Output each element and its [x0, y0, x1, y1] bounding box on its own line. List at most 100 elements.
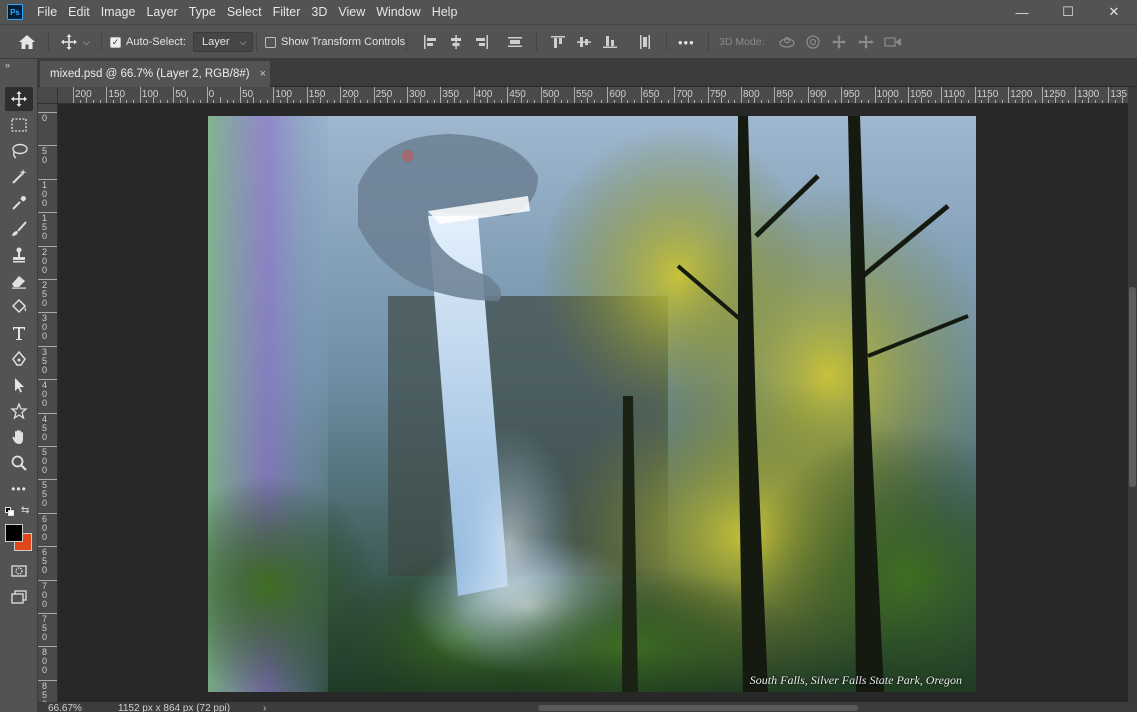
minimize-button[interactable]: —	[999, 0, 1045, 24]
show-transform-checkbox[interactable]: Show Transform Controls	[265, 25, 405, 59]
checkbox-checked-icon[interactable]: ✓	[110, 36, 121, 48]
align-right-icon[interactable]	[474, 25, 490, 59]
ruler-label: 300	[409, 89, 426, 100]
pen-icon	[12, 350, 26, 366]
ruler-tick	[407, 87, 408, 103]
canvas-area[interactable]: South Falls, Silver Falls State Park, Or…	[59, 104, 1128, 702]
ruler-label: 100	[141, 89, 159, 100]
orbit-3d-icon[interactable]	[778, 25, 796, 59]
ruler-label: 400	[42, 380, 48, 409]
foreground-color-swatch[interactable]	[5, 524, 23, 542]
status-menu-arrow[interactable]: ›	[263, 703, 266, 712]
marquee-tool-button[interactable]	[5, 113, 33, 137]
menu-window[interactable]: Window	[371, 0, 426, 24]
auto-select-target-dropdown[interactable]: Layer ⌵	[193, 32, 254, 52]
ruler-subtick	[186, 97, 188, 103]
swap-colors-icon[interactable]: ⇆	[21, 505, 29, 516]
menu-file[interactable]: File	[32, 0, 63, 24]
horizontal-scrollbar-thumb[interactable]	[538, 705, 858, 711]
paint-bucket-tool-button[interactable]	[5, 295, 33, 319]
zoom-tool-button[interactable]	[5, 451, 33, 475]
composite-photo	[208, 116, 976, 692]
clone-stamp-tool-button[interactable]	[5, 243, 33, 267]
menu-image[interactable]: Image	[96, 0, 142, 24]
move-tool-preset-icon[interactable]: ⌵	[60, 25, 90, 59]
menu-edit[interactable]: Edit	[63, 0, 96, 24]
ruler-label: 850	[776, 89, 794, 100]
ruler-subtick	[654, 97, 656, 103]
menu-layer[interactable]: Layer	[141, 0, 183, 24]
distribute-vertical-icon[interactable]	[637, 25, 653, 59]
lasso-tool-button[interactable]	[5, 139, 33, 163]
hand-tool-button[interactable]	[5, 425, 33, 449]
pen-tool-button[interactable]	[5, 347, 33, 371]
menu-3d[interactable]: 3D	[306, 0, 333, 24]
default-colors-icon[interactable]	[5, 507, 14, 516]
collapse-panel-button[interactable]: »	[0, 59, 37, 71]
menu-view[interactable]: View	[333, 0, 371, 24]
vertical-scrollbar-thumb[interactable]	[1129, 287, 1136, 487]
quick-mask-button[interactable]	[5, 559, 33, 583]
close-button[interactable]: ✕	[1091, 0, 1137, 24]
custom-shape-tool-button[interactable]	[5, 399, 33, 423]
ruler-label: 100	[42, 179, 48, 208]
menu-select[interactable]: Select	[222, 0, 268, 24]
eraser-tool-button[interactable]	[5, 269, 33, 293]
menu-type[interactable]: Type	[184, 0, 222, 24]
ruler-origin[interactable]	[38, 87, 58, 104]
slide-3d-icon[interactable]	[857, 25, 875, 59]
more-options-button[interactable]: •••	[678, 25, 695, 59]
ruler-tick	[974, 87, 976, 103]
chevron-down-icon[interactable]: ⌵	[83, 37, 90, 48]
align-center-icon[interactable]	[448, 25, 464, 59]
ruler-subtick	[386, 97, 388, 103]
auto-select-checkbox[interactable]: ✓ Auto-Select:	[110, 25, 186, 59]
ruler-tick	[340, 87, 342, 103]
vertical-ruler[interactable]: 0 50 100 150 200 250 300 350 400 450 500 550 600 650 7…	[38, 104, 58, 702]
ruler-label: 700	[676, 89, 693, 100]
ruler-tick	[38, 245, 57, 247]
pan-3d-icon[interactable]	[831, 25, 847, 59]
roll-3d-icon[interactable]	[805, 25, 821, 59]
horizontal-ruler[interactable]: 200 150 100 50 0 50 100 150 200 250 300 350 400 450 50…	[58, 87, 1128, 104]
ruler-tick	[574, 87, 575, 103]
align-bottom-icon[interactable]	[602, 25, 618, 59]
align-top-icon[interactable]	[550, 25, 566, 59]
checkbox-empty-icon[interactable]	[265, 36, 276, 48]
align-middle-icon[interactable]	[576, 25, 592, 59]
document-tab[interactable]: mixed.psd @ 66.7% (Layer 2, RGB/8#) ×	[40, 61, 270, 87]
scale-3d-icon[interactable]	[883, 25, 903, 59]
ruler-tick	[38, 646, 57, 648]
eyedropper-tool-button[interactable]	[5, 191, 33, 215]
vertical-scrollbar[interactable]	[1128, 87, 1137, 702]
ruler-label: 900	[809, 89, 827, 100]
ruler-label: 750	[709, 89, 727, 100]
brush-tool-button[interactable]	[5, 217, 33, 241]
screen-mode-button[interactable]	[5, 585, 33, 609]
move-tool-button[interactable]	[5, 87, 33, 111]
magic-wand-icon	[12, 169, 27, 184]
menu-help[interactable]: Help	[427, 0, 464, 24]
menu-filter[interactable]: Filter	[268, 0, 307, 24]
close-tab-icon[interactable]: ×	[260, 68, 266, 80]
type-tool-button[interactable]	[5, 321, 33, 345]
path-selection-tool-button[interactable]	[5, 373, 33, 397]
auto-select-target-value: Layer	[202, 36, 230, 48]
ruler-label: 150	[308, 89, 326, 100]
ruler-label: 50	[42, 146, 48, 166]
home-icon[interactable]	[18, 25, 36, 59]
zoom-level[interactable]: 66.67%	[48, 703, 82, 712]
hand-icon	[12, 430, 23, 444]
ruler-label: 650	[642, 89, 660, 100]
edit-toolbar-button[interactable]: •••	[5, 477, 33, 501]
ruler-label: 350	[42, 346, 48, 375]
ruler-tick	[941, 87, 943, 103]
magic-wand-tool-button[interactable]	[5, 165, 33, 189]
ruler-tick	[38, 546, 57, 548]
ruler-tick	[38, 279, 57, 280]
document-canvas[interactable]: South Falls, Silver Falls State Park, Or…	[208, 116, 976, 692]
maximize-button[interactable]: ☐	[1045, 0, 1091, 24]
distribute-horizontal-icon[interactable]	[507, 25, 523, 59]
align-left-icon[interactable]	[422, 25, 438, 59]
ruler-tick	[38, 412, 57, 414]
